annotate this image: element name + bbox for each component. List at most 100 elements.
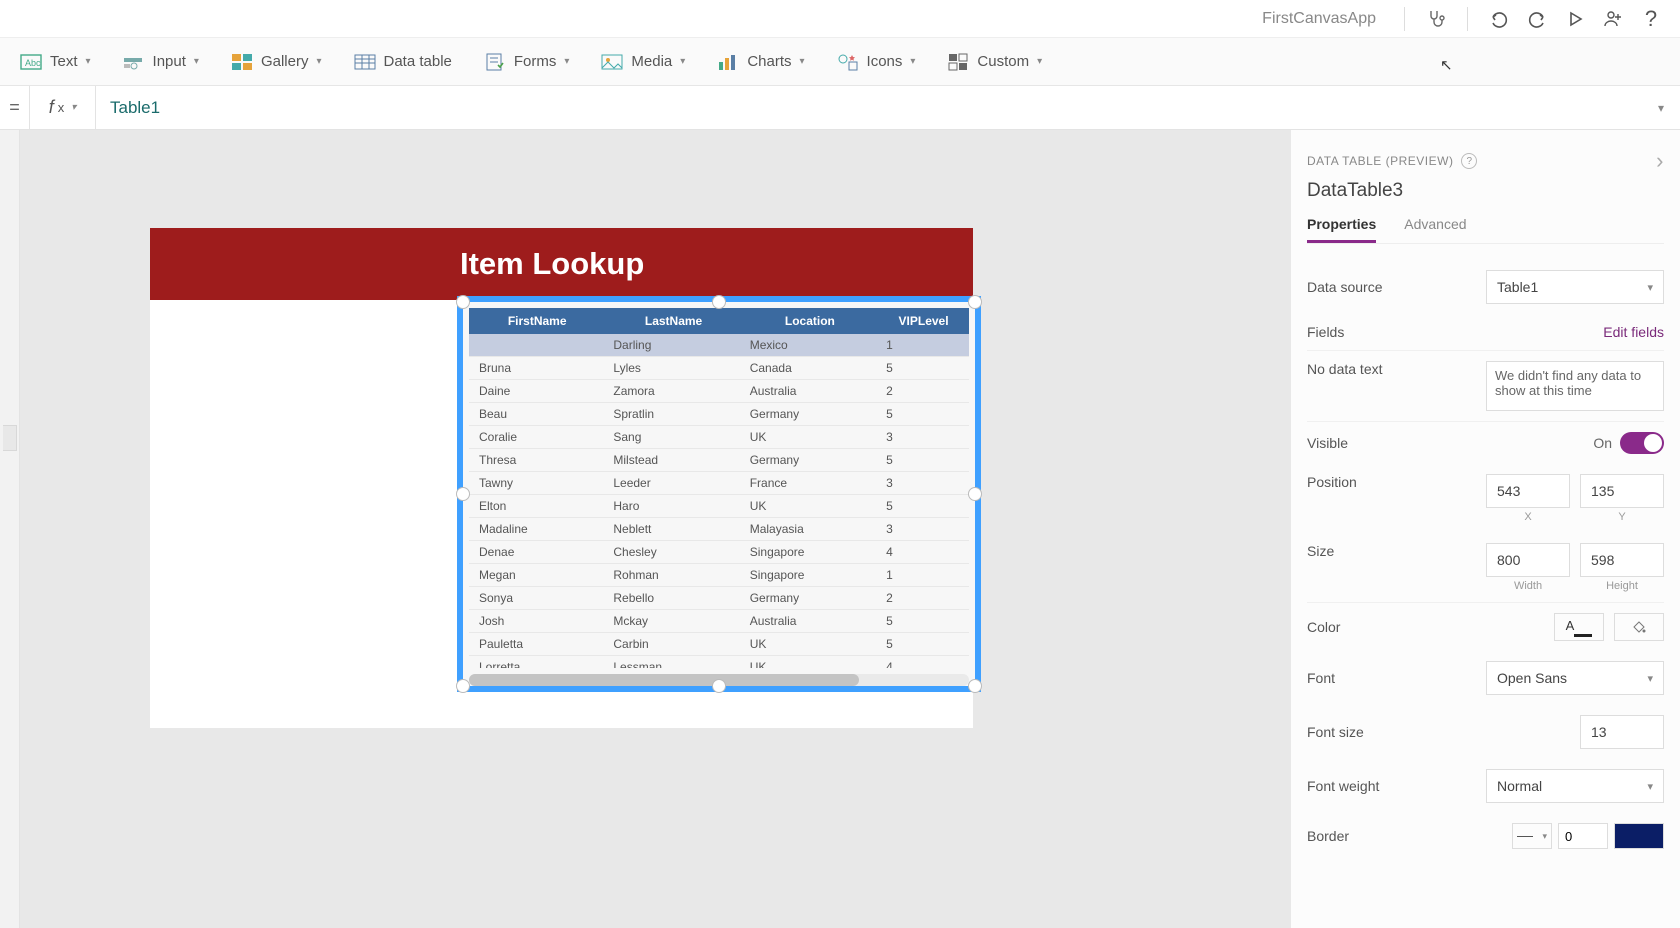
column-header[interactable]: VIPLevel: [878, 308, 969, 334]
text-icon: Abc: [20, 53, 42, 71]
tab-advanced[interactable]: Advanced: [1404, 216, 1466, 243]
table-row[interactable]: MadalineNeblettMalayasia3: [469, 518, 969, 541]
control-name: DataTable3: [1307, 180, 1664, 202]
forms-icon: [484, 53, 506, 71]
collapse-icon[interactable]: ›: [1656, 148, 1664, 174]
table-row[interactable]: PaulettaCarbinUK5: [469, 633, 969, 656]
share-user-icon[interactable]: [1596, 2, 1630, 36]
width-input[interactable]: [1486, 543, 1570, 577]
canvas[interactable]: Item Lookup FirstNameLastNameLocationVIP…: [20, 130, 1290, 928]
label-border: Border: [1307, 828, 1512, 844]
fontweight-select[interactable]: Normal▾: [1486, 769, 1664, 803]
pos-x-input[interactable]: [1486, 474, 1570, 508]
height-input[interactable]: [1580, 543, 1664, 577]
label-fields: Fields: [1307, 324, 1603, 340]
redo-icon[interactable]: [1520, 2, 1554, 36]
nodatatext-input[interactable]: [1486, 361, 1664, 411]
help-icon[interactable]: ?: [1461, 153, 1477, 169]
ribbon-charts[interactable]: Charts▾: [717, 53, 804, 71]
ribbon-icons[interactable]: Icons▾: [837, 53, 916, 71]
label-position: Position: [1307, 474, 1486, 490]
table-row[interactable]: TawnyLeederFrance3: [469, 472, 969, 495]
column-header[interactable]: FirstName: [469, 308, 605, 334]
custom-icon: [947, 53, 969, 71]
resize-handle[interactable]: [456, 295, 470, 309]
ribbon-media-label: Media: [631, 53, 672, 70]
ribbon-forms[interactable]: Forms▾: [484, 53, 570, 71]
edit-fields-link[interactable]: Edit fields: [1603, 324, 1664, 340]
fill-color-button[interactable]: [1614, 613, 1664, 641]
ribbon-input[interactable]: Input▾: [123, 53, 199, 71]
resize-handle[interactable]: [456, 679, 470, 693]
label-fontweight: Font weight: [1307, 778, 1486, 794]
svg-text:Abc: Abc: [25, 58, 41, 68]
table-row[interactable]: BrunaLylesCanada5: [469, 357, 969, 380]
media-icon: [601, 53, 623, 71]
table-row[interactable]: BeauSpratlinGermany5: [469, 403, 969, 426]
table-row[interactable]: DarlingMexico1: [469, 334, 969, 357]
separator: [1404, 7, 1405, 31]
ribbon-text-label: Text: [50, 53, 78, 70]
font-select[interactable]: Open Sans▾: [1486, 661, 1664, 695]
play-icon[interactable]: [1558, 2, 1592, 36]
table-row[interactable]: DenaeChesleySingapore4: [469, 541, 969, 564]
visible-on-label: On: [1593, 435, 1612, 451]
resize-handle[interactable]: [712, 679, 726, 693]
border-style-select[interactable]: ▾: [1512, 823, 1552, 849]
left-rail-expander[interactable]: [3, 425, 17, 451]
ribbon-media[interactable]: Media▾: [601, 53, 685, 71]
help-icon[interactable]: ?: [1634, 2, 1668, 36]
font-color-button[interactable]: A: [1554, 613, 1604, 641]
pos-y-input[interactable]: [1580, 474, 1664, 508]
table-row[interactable]: SonyaRebelloGermany2: [469, 587, 969, 610]
datasource-select[interactable]: Table1▾: [1486, 270, 1664, 304]
insert-ribbon: Abc Text▾ Input▾ Gallery▾ Data table For…: [0, 38, 1680, 86]
label-visible: Visible: [1307, 435, 1593, 451]
formula-input[interactable]: Table1: [96, 86, 1642, 129]
tab-properties[interactable]: Properties: [1307, 216, 1376, 243]
label-color: Color: [1307, 619, 1554, 635]
table-row[interactable]: MeganRohmanSingapore1: [469, 564, 969, 587]
panel-type: DATA TABLE (PREVIEW): [1307, 154, 1453, 168]
property-selector[interactable]: =: [0, 86, 30, 129]
fx-button[interactable]: fx▾: [30, 86, 96, 129]
ribbon-gallery[interactable]: Gallery▾: [231, 53, 322, 71]
ribbon-datatable[interactable]: Data table: [354, 53, 452, 71]
ribbon-datatable-label: Data table: [384, 53, 452, 70]
resize-handle[interactable]: [456, 487, 470, 501]
table-row[interactable]: DaineZamoraAustralia2: [469, 380, 969, 403]
undo-icon[interactable]: [1482, 2, 1516, 36]
title-bar: FirstCanvasApp ?: [0, 0, 1680, 38]
border-width-input[interactable]: [1558, 823, 1608, 849]
separator: [1467, 7, 1468, 31]
scrollbar-thumb[interactable]: [469, 674, 859, 686]
label-nodata: No data text: [1307, 361, 1486, 377]
column-header[interactable]: Location: [742, 308, 878, 334]
stethoscope-icon[interactable]: [1419, 2, 1453, 36]
table-row[interactable]: EltonHaroUK5: [469, 495, 969, 518]
resize-handle[interactable]: [712, 295, 726, 309]
resize-handle[interactable]: [968, 679, 982, 693]
datatable-icon: [354, 53, 376, 71]
border-color-button[interactable]: [1614, 823, 1664, 849]
ribbon-custom-label: Custom: [977, 53, 1029, 70]
datatable-control[interactable]: FirstNameLastNameLocationVIPLevel Darlin…: [457, 296, 981, 692]
panel-tabs: Properties Advanced: [1307, 216, 1664, 244]
table-row[interactable]: ThresaMilsteadGermany5: [469, 449, 969, 472]
column-header[interactable]: LastName: [605, 308, 741, 334]
formula-expand[interactable]: ▾: [1642, 86, 1680, 129]
resize-handle[interactable]: [968, 487, 982, 501]
table-row[interactable]: CoralieSangUK3: [469, 426, 969, 449]
label-size: Size: [1307, 543, 1486, 559]
table-row[interactable]: LorrettaLessmanUK4: [469, 656, 969, 669]
formula-bar: = fx▾ Table1 ▾: [0, 86, 1680, 130]
ribbon-text[interactable]: Abc Text▾: [20, 53, 91, 71]
visible-toggle[interactable]: [1620, 432, 1664, 454]
table-row[interactable]: JoshMckayAustralia5: [469, 610, 969, 633]
ribbon-custom[interactable]: Custom▾: [947, 53, 1042, 71]
ribbon-gallery-label: Gallery: [261, 53, 309, 70]
resize-handle[interactable]: [968, 295, 982, 309]
fontsize-input[interactable]: [1580, 715, 1664, 749]
gallery-icon: [231, 53, 253, 71]
ribbon-charts-label: Charts: [747, 53, 791, 70]
